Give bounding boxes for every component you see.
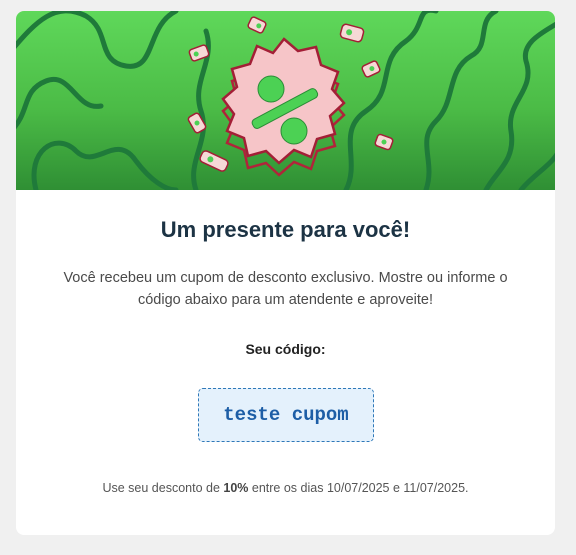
banner-illustration [16, 11, 555, 190]
gift-card: Um presente para você! Você recebeu um c… [16, 11, 555, 535]
page-title: Um presente para você! [160, 217, 411, 242]
discount-value: 10% [223, 481, 249, 495]
description-text: Você recebeu um cupom de desconto exclus… [63, 270, 508, 308]
validity-prefix: Use seu desconto de [102, 481, 224, 495]
coupon-code[interactable]: teste cupom [198, 388, 374, 442]
validity-text: Use seu desconto de 10% entre os dias 10… [16, 481, 555, 495]
code-label: Seu código: [245, 341, 326, 357]
banner [16, 11, 555, 190]
discount-badge-icon [221, 37, 346, 165]
validity-suffix: entre os dias 10/07/2025 e 11/07/2025. [248, 481, 469, 495]
